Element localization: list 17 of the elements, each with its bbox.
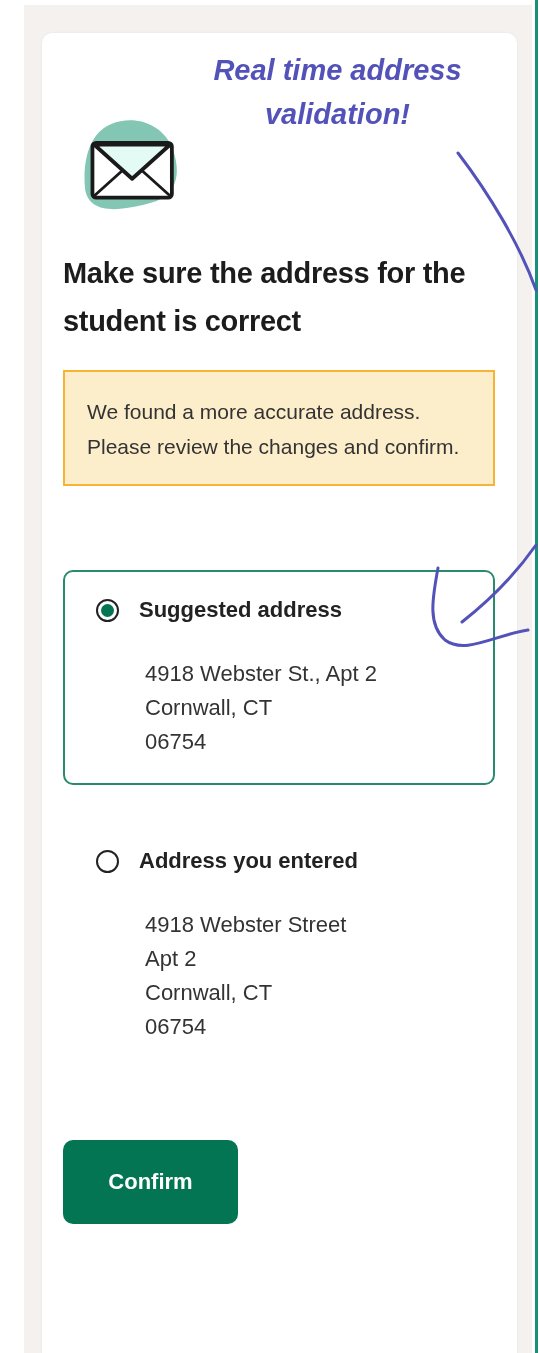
radio-button[interactable] [96, 598, 119, 622]
radio-button[interactable] [96, 849, 119, 873]
address-line: 06754 [145, 728, 208, 756]
address-line: 4918 Webster St., Apt 2 [145, 660, 378, 688]
option-row[interactable]: Address you entered 4918 Webster Street Apt 2 Cornwall, CT 06754 [63, 821, 495, 1070]
confirm-button[interactable]: Confirm [63, 1140, 238, 1224]
annotation-text: Real time address validation! [212, 53, 463, 132]
heading: Make sure the address for the student is correct [63, 256, 467, 339]
alert-message: We found a more accurate address. Please review the changes and confirm. [87, 399, 461, 460]
address-line: Cornwall, CT [145, 979, 274, 1007]
address-line: 06754 [145, 1013, 208, 1041]
option-title: Address you entered [139, 848, 358, 874]
address-line: Apt 2 [145, 945, 198, 973]
address-line: 4918 Webster Street [145, 911, 348, 939]
address-line: Cornwall, CT [145, 694, 274, 722]
option-card[interactable]: Suggested address 4918 Webster St., Apt 2 Cornwall, CT 06754 [63, 570, 495, 785]
option-title: Suggested address [139, 597, 342, 623]
